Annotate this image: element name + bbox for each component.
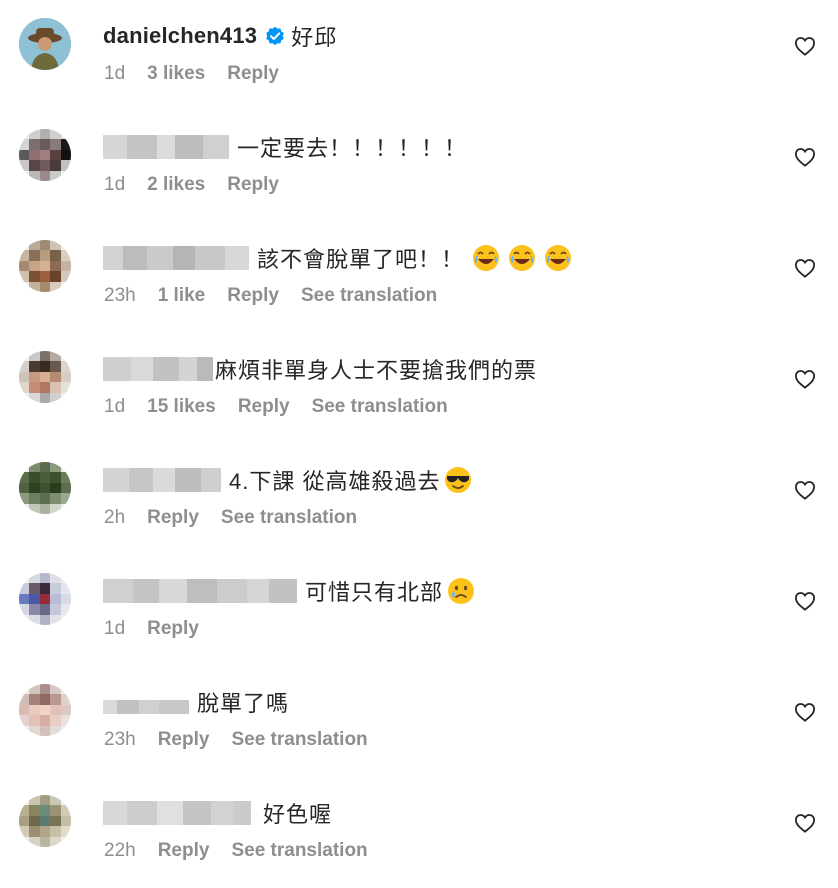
avatar[interactable] bbox=[19, 129, 71, 181]
heart-outline-icon[interactable] bbox=[794, 591, 816, 611]
comment-meta: 2h Reply See translation bbox=[104, 507, 357, 529]
see-translation-button[interactable]: See translation bbox=[301, 285, 437, 307]
reply-button[interactable]: Reply bbox=[158, 729, 210, 751]
comment-item: danielchen413 好邱 1d 3 likes Reply bbox=[0, 0, 838, 111]
likes-count[interactable]: 3 likes bbox=[147, 63, 205, 85]
reply-button[interactable]: Reply bbox=[147, 618, 199, 640]
comment-meta: 22h Reply See translation bbox=[104, 840, 368, 862]
comment-meta: 1d 3 likes Reply bbox=[104, 63, 279, 85]
sunglasses-emoji bbox=[445, 467, 472, 493]
comment-text: 一定要去！！！！！！ bbox=[237, 136, 468, 161]
reply-button[interactable]: Reply bbox=[238, 396, 290, 418]
timestamp: 23h bbox=[104, 729, 136, 750]
heart-outline-icon[interactable] bbox=[794, 147, 816, 167]
timestamp: 1d bbox=[104, 174, 126, 195]
username-blurred[interactable] bbox=[103, 246, 249, 270]
comment-line: danielchen413 好邱 bbox=[103, 20, 337, 52]
username-blurred[interactable] bbox=[103, 468, 221, 492]
timestamp: 23h bbox=[104, 285, 136, 306]
avatar[interactable] bbox=[19, 684, 71, 736]
see-translation-button[interactable]: See translation bbox=[221, 507, 357, 529]
avatar[interactable] bbox=[19, 462, 71, 514]
likes-count[interactable]: 1 like bbox=[158, 285, 206, 307]
comment-item: 4.下課 從高雄殺過去 2h Reply See translation bbox=[0, 444, 838, 555]
comment-item: 可惜只有北部 1d Reply bbox=[0, 555, 838, 666]
reply-button[interactable]: Reply bbox=[147, 507, 199, 529]
comment-line: 可惜只有北部 bbox=[103, 575, 475, 607]
comment-meta: 1d Reply bbox=[104, 618, 199, 640]
comment-text: 好色喔 bbox=[263, 802, 333, 827]
timestamp: 1d bbox=[104, 396, 126, 417]
username-blurred[interactable] bbox=[103, 801, 251, 825]
username-blurred[interactable] bbox=[103, 357, 213, 381]
heart-outline-icon[interactable] bbox=[794, 813, 816, 833]
comment-item: 該不會脫單了吧！！ 23h 1 like Reply See translati… bbox=[0, 222, 838, 333]
comment-item: 脫單了嗎 23h Reply See translation bbox=[0, 666, 838, 777]
see-translation-button[interactable]: See translation bbox=[231, 840, 367, 862]
heart-outline-icon[interactable] bbox=[794, 36, 816, 56]
comment-item: 好色喔 22h Reply See translation bbox=[0, 777, 838, 888]
verified-badge-icon bbox=[265, 26, 285, 46]
comment-line: 一定要去！！！！！！ bbox=[103, 131, 467, 163]
comment-text: 脫單了嗎 bbox=[197, 691, 290, 716]
reply-button[interactable]: Reply bbox=[158, 840, 210, 862]
comment-text: 可惜只有北部 bbox=[305, 580, 444, 605]
tear-smile-emoji bbox=[448, 578, 475, 604]
avatar[interactable] bbox=[19, 573, 71, 625]
likes-count[interactable]: 2 likes bbox=[147, 174, 205, 196]
comment-text: 麻煩非單身人士不要搶我們的票 bbox=[215, 358, 538, 383]
timestamp: 2h bbox=[104, 507, 126, 528]
laugh-emoji bbox=[468, 244, 572, 272]
likes-count[interactable]: 15 likes bbox=[147, 396, 216, 418]
reply-button[interactable]: Reply bbox=[227, 174, 279, 196]
comment-meta: 1d 2 likes Reply bbox=[104, 174, 279, 196]
see-translation-button[interactable]: See translation bbox=[312, 396, 448, 418]
username-blurred[interactable] bbox=[103, 135, 229, 159]
timestamp: 22h bbox=[104, 840, 136, 861]
comment-line: 好色喔 bbox=[103, 797, 332, 829]
comment-text: 該不會脫單了吧！！ bbox=[257, 247, 465, 272]
avatar[interactable] bbox=[19, 240, 71, 292]
heart-outline-icon[interactable] bbox=[794, 480, 816, 500]
timestamp: 1d bbox=[104, 63, 126, 84]
username-blurred[interactable] bbox=[103, 579, 297, 603]
reply-button[interactable]: Reply bbox=[227, 63, 279, 85]
comment-text: 4.下課 從高雄殺過去 bbox=[229, 469, 441, 494]
avatar[interactable] bbox=[19, 18, 71, 70]
heart-outline-icon[interactable] bbox=[794, 702, 816, 722]
comment-line: 麻煩非單身人士不要搶我們的票 bbox=[103, 353, 537, 385]
comment-line: 該不會脫單了吧！！ bbox=[103, 242, 572, 274]
comment-text: 好邱 bbox=[291, 25, 338, 50]
timestamp: 1d bbox=[104, 618, 126, 639]
comment-line: 脫單了嗎 bbox=[103, 686, 289, 718]
comment-meta: 1d 15 likes Reply See translation bbox=[104, 396, 448, 418]
comment-item: 一定要去！！！！！！ 1d 2 likes Reply bbox=[0, 111, 838, 222]
avatar[interactable] bbox=[19, 351, 71, 403]
comment-meta: 23h 1 like Reply See translation bbox=[104, 285, 437, 307]
comment-line: 4.下課 從高雄殺過去 bbox=[103, 464, 472, 496]
avatar[interactable] bbox=[19, 795, 71, 847]
reply-button[interactable]: Reply bbox=[227, 285, 279, 307]
username-blurred[interactable] bbox=[103, 700, 189, 714]
comment-item: 麻煩非單身人士不要搶我們的票 1d 15 likes Reply See tra… bbox=[0, 333, 838, 444]
heart-outline-icon[interactable] bbox=[794, 369, 816, 389]
username[interactable]: danielchen413 bbox=[103, 23, 257, 49]
comment-meta: 23h Reply See translation bbox=[104, 729, 368, 751]
heart-outline-icon[interactable] bbox=[794, 258, 816, 278]
see-translation-button[interactable]: See translation bbox=[231, 729, 367, 751]
